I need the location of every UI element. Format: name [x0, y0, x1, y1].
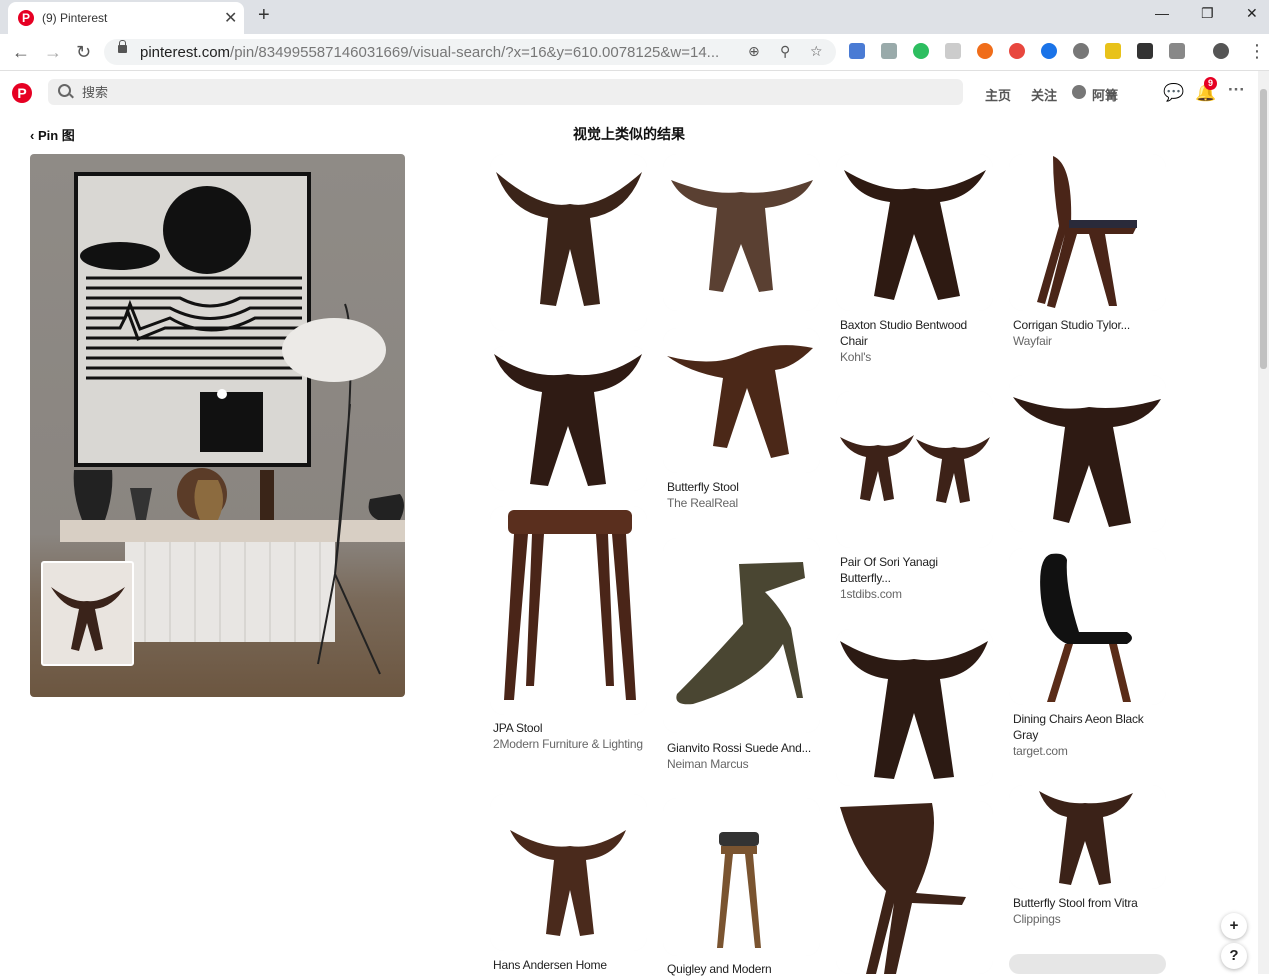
back-arrow-icon[interactable]: ← — [12, 42, 30, 63]
page-title: 视觉上类似的结果 — [573, 126, 685, 142]
stool-image — [663, 154, 820, 311]
stool-image — [490, 506, 647, 715]
crop-selection-box[interactable] — [41, 561, 134, 666]
bookmark-star-icon[interactable]: ☆ — [810, 43, 823, 60]
stool-image — [490, 794, 647, 951]
profile-avatar[interactable] — [1213, 43, 1229, 59]
pin-card[interactable] — [1009, 154, 1166, 311]
tab-close-icon[interactable]: ✕ — [224, 8, 237, 28]
stool-image — [1009, 785, 1166, 889]
scrollbar-thumb[interactable] — [1260, 89, 1267, 369]
more-options-icon[interactable]: ··· — [1228, 80, 1245, 100]
lock-icon — [118, 40, 127, 53]
pin-card[interactable] — [663, 798, 820, 956]
pin-card[interactable] — [1009, 954, 1166, 974]
window-close-icon[interactable]: ✕ — [1246, 5, 1258, 22]
pin-card[interactable] — [490, 154, 647, 331]
pin-card[interactable] — [1009, 785, 1166, 889]
pin-card[interactable] — [663, 538, 820, 733]
pinterest-favicon-icon: P — [18, 10, 34, 26]
pin-caption[interactable]: Butterfly Stool The RealReal — [667, 479, 817, 511]
pin-card[interactable] — [490, 506, 647, 715]
shoe-image — [663, 538, 820, 733]
install-icon[interactable]: ⊕ — [748, 43, 760, 60]
pin-caption[interactable]: Dining Chairs Aeon Black Gray target.com — [1013, 711, 1163, 759]
browser-toolbar: ← → ↻ pinterest.com/pin/8349955871460316… — [0, 34, 1269, 71]
pin-caption[interactable]: Gianvito Rossi Suede And... Neiman Marcus — [667, 740, 817, 772]
pin-caption[interactable]: Butterfly Stool from Vitra Clippings — [1013, 895, 1163, 927]
pin-caption[interactable]: Corrigan Studio Tylor... Wayfair — [1013, 317, 1163, 349]
download-icon[interactable] — [1137, 43, 1153, 59]
pin-caption[interactable]: Hans Andersen Home — [493, 957, 643, 973]
visual-search-dot[interactable] — [217, 389, 227, 399]
crop-preview-stool — [51, 587, 125, 651]
evernote-extension-icon[interactable] — [913, 43, 929, 59]
minimize-icon[interactable]: — — [1155, 5, 1169, 21]
address-bar[interactable]: pinterest.com/pin/834995587146031669/vis… — [104, 39, 836, 65]
notification-badge: 9 — [1204, 77, 1217, 90]
search-input[interactable] — [80, 84, 884, 101]
pin-card[interactable] — [663, 154, 820, 311]
tab-title: (9) Pinterest — [42, 11, 108, 25]
pin-card[interactable] — [490, 794, 647, 951]
pin-card[interactable] — [1009, 548, 1166, 705]
translate-extension-icon[interactable] — [849, 43, 865, 59]
messages-icon[interactable]: 💬 — [1163, 83, 1184, 103]
image-extension-icon[interactable] — [881, 43, 897, 59]
pin-card[interactable] — [836, 391, 993, 548]
extension-icon[interactable] — [945, 43, 961, 59]
nav-home[interactable]: 主页 — [985, 85, 1011, 104]
new-tab-button[interactable]: + — [258, 4, 270, 27]
search-icon — [58, 84, 71, 97]
stool-image — [490, 154, 647, 331]
stool-image — [836, 629, 993, 786]
pin-card[interactable] — [836, 154, 993, 311]
pin-card[interactable] — [836, 801, 993, 974]
location-extension-icon[interactable] — [1009, 43, 1025, 59]
pinterest-header: P 主页 关注 阿篝 💬 🔔 9 ··· — [0, 71, 1258, 113]
nav-profile[interactable]: 阿篝 — [1092, 85, 1118, 104]
chair-image — [1009, 154, 1166, 311]
search-bar[interactable] — [48, 79, 963, 105]
stool-image — [490, 346, 647, 491]
pinterest-logo-icon[interactable]: P — [12, 83, 32, 103]
chair-image — [1009, 548, 1166, 705]
extension-icon[interactable] — [1105, 43, 1121, 59]
pin-card[interactable] — [663, 328, 820, 473]
barstool-image — [663, 798, 820, 956]
url-text[interactable]: pinterest.com/pin/834995587146031669/vis… — [140, 44, 719, 61]
chair-image — [836, 154, 993, 311]
pin-caption[interactable]: Pair Of Sori Yanagi Butterfly... 1stdibs.… — [840, 554, 990, 602]
restore-icon[interactable]: ❐ — [1201, 5, 1214, 22]
pin-caption[interactable]: Quigley and Modern — [667, 961, 817, 977]
extensions-puzzle-icon[interactable] — [1169, 43, 1185, 59]
create-pin-button[interactable]: + — [1221, 913, 1247, 939]
zoom-icon[interactable]: ⚲ — [780, 43, 790, 60]
stool-image — [1009, 375, 1166, 532]
stool-pair-image — [836, 391, 993, 548]
browser-tab-bar: P (9) Pinterest ✕ + — ❐ ✕ — [0, 0, 1269, 34]
pin-card[interactable] — [836, 629, 993, 786]
help-button[interactable]: ? — [1221, 943, 1247, 969]
reload-icon[interactable]: ↻ — [76, 42, 91, 63]
forward-arrow-icon[interactable]: → — [44, 42, 62, 63]
user-avatar[interactable] — [1072, 85, 1086, 99]
pin-card[interactable] — [490, 346, 647, 491]
browser-tab[interactable]: P (9) Pinterest ✕ — [8, 2, 244, 34]
stool-image — [663, 328, 820, 473]
cloud-extension-icon[interactable] — [1073, 43, 1089, 59]
extension-icon[interactable] — [1041, 43, 1057, 59]
pin-card[interactable] — [1009, 375, 1166, 532]
page-scrollbar[interactable] — [1258, 71, 1269, 974]
pin-caption[interactable]: JPA Stool 2Modern Furniture & Lighting — [493, 720, 643, 752]
pin-caption[interactable]: Baxton Studio Bentwood Chair Kohl's — [840, 317, 990, 365]
browser-menu-icon[interactable]: ⋮ — [1248, 41, 1266, 62]
nav-following[interactable]: 关注 — [1031, 85, 1057, 104]
extension-icon[interactable] — [977, 43, 993, 59]
chair-image — [836, 801, 993, 974]
